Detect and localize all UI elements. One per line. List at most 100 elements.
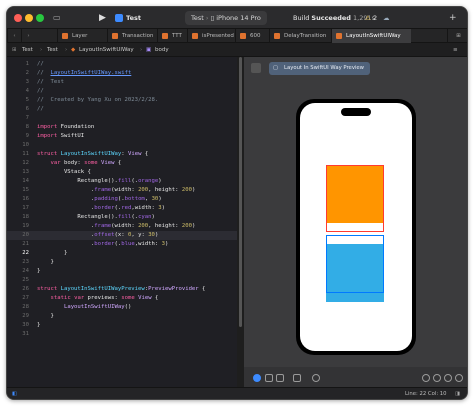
tab-ispresented[interactable]: isPresented	[187, 29, 235, 43]
code-token: //	[37, 61, 44, 67]
tab-transaction[interactable]: Transaction	[107, 29, 157, 43]
preview-label-button[interactable]: ▢ Layout In SwiftUI Way Preview	[269, 62, 371, 75]
tab-600[interactable]: 600	[235, 29, 269, 43]
code-token: bottom	[124, 196, 145, 202]
code-line[interactable]: import SwiftUI	[37, 132, 84, 141]
nav-back-icon[interactable]: ‹	[7, 29, 21, 43]
scheme-selector[interactable]: Test › ▯ iPhone 14 Pro	[185, 11, 267, 25]
blue-border	[326, 235, 384, 293]
line-number: 9	[25, 133, 29, 139]
code-token: //	[37, 106, 44, 112]
code-line[interactable]: //	[37, 105, 44, 114]
live-mode-button[interactable]	[253, 374, 261, 382]
code-line[interactable]: .offset(x: 0, y: 30)	[37, 231, 158, 240]
code-token: )	[191, 187, 196, 193]
line-number: 10	[22, 142, 29, 148]
code-editor[interactable]: 1 2 3 4 5 6 7 8 9 10 11 12 13 14 15 16 17 18 19 20 21 22 23 24 2…	[7, 57, 237, 389]
add-icon[interactable]: +	[449, 7, 457, 29]
line-number: 29	[22, 313, 29, 319]
code-line[interactable]: // Created by Yang Xu on 2023/2/28.	[37, 96, 158, 105]
code-line[interactable]: .frame(width: 200, height: 200)	[37, 186, 195, 195]
line-number: 27	[22, 295, 29, 301]
breadcrumb-symbol[interactable]: body	[155, 43, 169, 57]
tab-ttt[interactable]: TTT	[157, 29, 187, 43]
breadcrumb-folder[interactable]: Test	[47, 43, 58, 57]
code-line[interactable]: }	[37, 321, 40, 330]
scheme-title: Test	[115, 7, 141, 29]
nav-forward-icon[interactable]: ›	[21, 29, 35, 43]
code-token: .	[37, 223, 95, 229]
selectable-mode-button[interactable]	[265, 374, 273, 382]
status-bar: ◧ Line: 22 Col: 10 ◨	[7, 387, 467, 399]
code-line[interactable]: struct LayoutInSwiftUIWayPreview:Preview…	[37, 285, 205, 294]
zoom-100-icon[interactable]	[433, 374, 441, 382]
code-line[interactable]: // LayoutInSwiftUIWay.swift	[37, 69, 131, 78]
code-token: )	[191, 223, 196, 229]
code-line[interactable]: var body: some View {	[37, 159, 121, 168]
code-token: (width:	[111, 223, 139, 229]
code-token: ,	[144, 196, 152, 202]
zoom-fit-icon[interactable]	[455, 374, 463, 382]
code-token: Foundation	[57, 124, 95, 130]
code-line[interactable]: Rectangle().fill(.cyan)	[37, 213, 155, 222]
sidebar-toggle-icon[interactable]: ▭	[53, 7, 61, 29]
editor-scrollbar[interactable]	[239, 57, 242, 327]
code-line[interactable]: //	[37, 87, 44, 96]
code-token: (x:	[114, 232, 128, 238]
color-scheme-button[interactable]	[312, 374, 320, 382]
code-line[interactable]: .border(.blue,width: 3)	[37, 240, 169, 249]
code-token: (.	[117, 196, 125, 202]
debug-area-toggle-icon[interactable]: ◧	[12, 388, 17, 399]
pin-preview-button[interactable]	[251, 63, 261, 73]
device-settings-button[interactable]	[293, 374, 301, 382]
warning-icon[interactable]: ⚠	[365, 7, 371, 29]
code-line[interactable]: import Foundation	[37, 123, 94, 132]
zoom-out-icon[interactable]	[422, 374, 430, 382]
code-token: import	[37, 124, 58, 130]
code-token: some	[84, 160, 98, 166]
code-token: fill	[117, 178, 132, 184]
source-code[interactable]: //// LayoutInSwiftUIWay.swift// Test////…	[37, 57, 237, 389]
code-line[interactable]: .padding(.bottom, 30)	[37, 195, 162, 204]
inspector-toggle-icon[interactable]: ◨	[455, 388, 460, 399]
editor-options-icon[interactable]: ≡	[453, 43, 458, 57]
code-line[interactable]: //	[37, 60, 44, 69]
code-token: frame	[94, 187, 112, 193]
close-window-button[interactable]	[14, 14, 22, 22]
breadcrumb-project[interactable]: Test	[22, 43, 33, 57]
code-token: previews:	[84, 295, 122, 301]
code-line[interactable]: .border(.red,width: 3)	[37, 204, 165, 213]
code-line[interactable]: Rectangle().fill(.orange)	[37, 177, 161, 186]
code-token: }	[37, 250, 68, 256]
tab-layoutinswiftuiway[interactable]: LayoutInSwiftUIWay	[331, 29, 411, 43]
split-editor-icon[interactable]: ⊞	[447, 29, 467, 43]
minimize-window-button[interactable]	[25, 14, 33, 22]
code-token: static	[50, 295, 71, 301]
variants-button[interactable]	[276, 374, 284, 382]
line-number: 3	[25, 79, 29, 85]
code-line[interactable]: .frame(width: 200, height: 200)	[37, 222, 195, 231]
line-number: 13	[22, 169, 29, 175]
device-frame	[296, 99, 416, 355]
cloud-icon[interactable]: ☁	[383, 7, 390, 29]
code-token: .	[37, 187, 95, 193]
tab-delaytransition[interactable]: DelayTransition	[269, 29, 331, 43]
code-token: .	[37, 241, 95, 247]
zoom-in-icon[interactable]	[444, 374, 452, 382]
code-line[interactable]: VStack {	[37, 168, 91, 177]
code-token: }	[37, 259, 54, 265]
code-line[interactable]: struct LayoutInSwiftUIWay: View {	[37, 150, 148, 159]
zoom-window-button[interactable]	[36, 14, 44, 22]
related-items-icon[interactable]: ⊞	[12, 43, 17, 57]
code-line[interactable]: }	[37, 267, 40, 276]
run-icon[interactable]: ▶	[99, 7, 106, 29]
code-line[interactable]: }	[37, 258, 54, 267]
code-line[interactable]: }	[37, 249, 67, 258]
line-number: 22	[22, 250, 29, 256]
code-line[interactable]: // Test	[37, 78, 64, 87]
breadcrumb-file[interactable]: LayoutInSwiftUIWay	[79, 43, 134, 57]
code-line[interactable]: static var previews: some View {	[37, 294, 158, 303]
tab-layer[interactable]: Layer	[57, 29, 107, 43]
code-line[interactable]: LayoutInSwiftUIWay()	[37, 303, 131, 312]
code-line[interactable]: }	[37, 312, 53, 321]
